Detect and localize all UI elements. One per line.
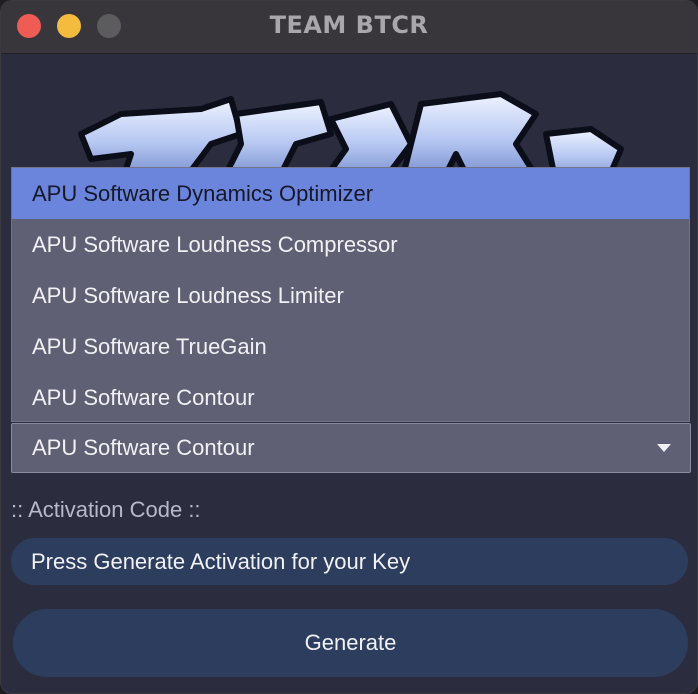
dropdown-option[interactable]: APU Software Loudness Compressor bbox=[12, 219, 689, 270]
activation-code-field[interactable]: Press Generate Activation for your Key bbox=[11, 538, 688, 585]
app-window: TEAM BTCR APU Software Dynamics Optimize… bbox=[0, 0, 698, 694]
title-bar[interactable]: TEAM BTCR bbox=[1, 1, 697, 54]
dropdown-option[interactable]: APU Software Loudness Limiter bbox=[12, 270, 689, 321]
generate-button[interactable]: Generate bbox=[13, 609, 688, 677]
window-title: TEAM BTCR bbox=[269, 11, 429, 39]
software-select[interactable]: APU Software Contour bbox=[11, 423, 691, 473]
software-select-value: APU Software Contour bbox=[32, 435, 255, 460]
dropdown-option[interactable]: APU Software Contour bbox=[12, 372, 689, 423]
dropdown-option[interactable]: APU Software Dynamics Optimizer bbox=[12, 168, 689, 219]
chevron-down-icon[interactable] bbox=[656, 440, 672, 456]
software-dropdown-list: APU Software Dynamics Optimizer APU Soft… bbox=[11, 167, 690, 422]
dropdown-option[interactable]: APU Software TrueGain bbox=[12, 321, 689, 372]
activation-code-label: :: Activation Code :: bbox=[11, 497, 201, 522]
main-content: APU Software Dynamics Optimizer APU Soft… bbox=[1, 54, 697, 693]
activation-code-value: Press Generate Activation for your Key bbox=[31, 549, 411, 574]
